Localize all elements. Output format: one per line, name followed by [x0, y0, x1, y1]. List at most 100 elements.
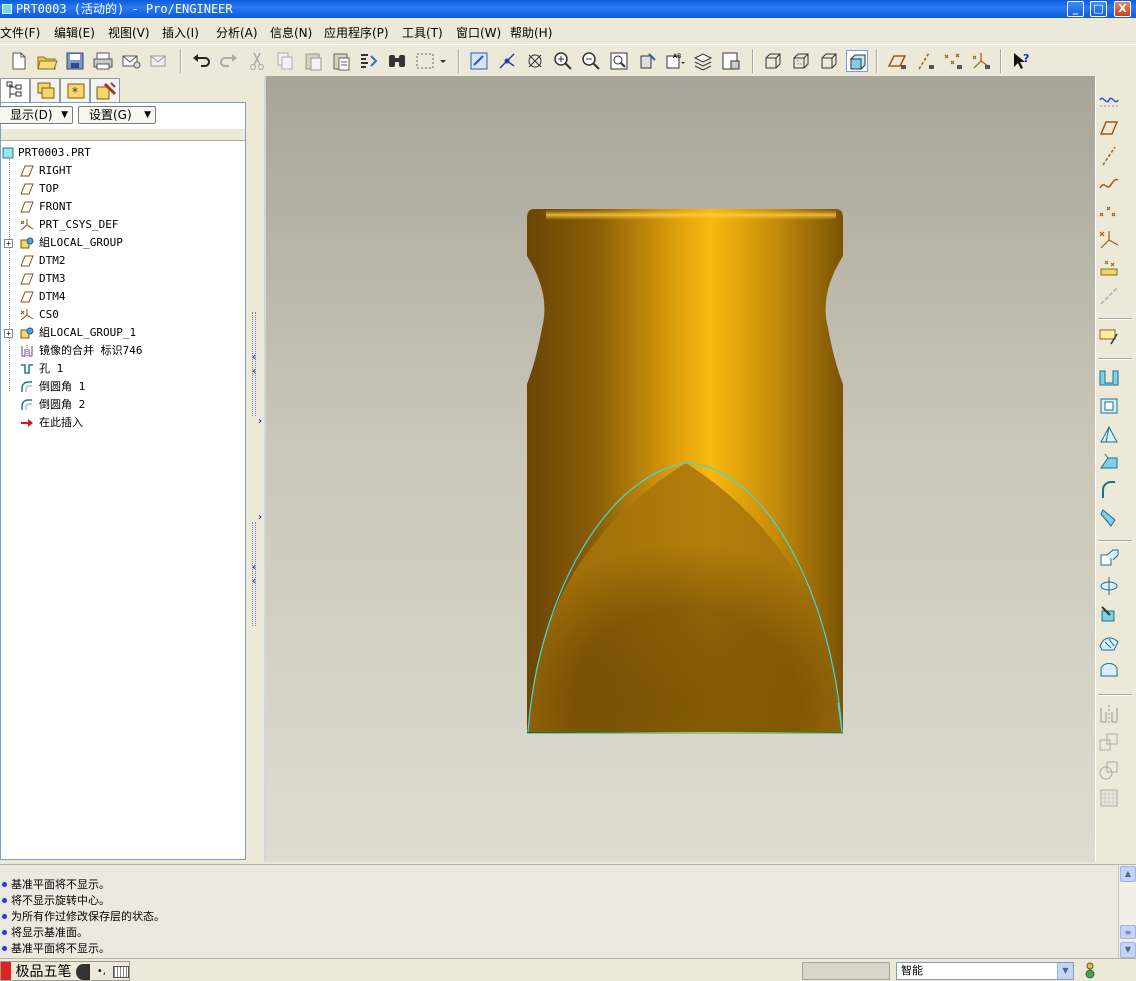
datum-plane-display-icon[interactable] — [1097, 88, 1121, 112]
datum-curve-tool-icon[interactable] — [1097, 172, 1121, 196]
revolve-icon[interactable] — [1097, 394, 1121, 418]
refit-icon[interactable] — [608, 50, 630, 72]
menu-info[interactable]: 信息(N) — [270, 24, 312, 41]
send-mail-icon[interactable] — [120, 50, 142, 72]
merge-icon[interactable] — [1097, 730, 1121, 754]
traffic-light-icon[interactable] — [1084, 962, 1096, 980]
favorites-tab[interactable]: * — [60, 78, 90, 103]
hidden-line-icon[interactable] — [790, 50, 812, 72]
view-manager-icon[interactable] — [720, 50, 742, 72]
minimize-button[interactable]: _ — [1067, 1, 1084, 17]
find-icon[interactable] — [386, 50, 408, 72]
scroll-up-button[interactable]: ▲ — [1120, 866, 1136, 882]
ime-toolbar[interactable]: 极品五笔 •, — [0, 961, 130, 981]
collapse-left-icon[interactable]: ‹ — [252, 352, 256, 363]
scroll-down-button[interactable]: ▼ — [1120, 942, 1136, 958]
layers-icon[interactable] — [692, 50, 714, 72]
expand-right-icon[interactable]: › — [258, 512, 262, 523]
app-icon[interactable] — [2, 4, 12, 14]
menu-window[interactable]: 窗口(W) — [456, 24, 501, 41]
pattern-icon[interactable] — [1097, 786, 1121, 810]
expand-toggle-icon[interactable]: + — [4, 329, 13, 338]
redo-icon[interactable] — [218, 50, 240, 72]
shell-icon[interactable] — [1097, 658, 1121, 682]
zoom-in-icon[interactable] — [552, 50, 574, 72]
model-tree-tab[interactable] — [0, 78, 30, 103]
csys-icon[interactable] — [970, 50, 992, 72]
splitter-grip[interactable] — [252, 312, 256, 416]
style-icon[interactable] — [1097, 602, 1121, 626]
no-hidden-icon[interactable] — [818, 50, 840, 72]
undo-icon[interactable] — [190, 50, 212, 72]
selection-filter[interactable]: 智能 ▼ — [896, 962, 1074, 980]
whats-this-icon[interactable]: ? — [1010, 50, 1032, 72]
menu-edit[interactable]: 编辑(E) — [54, 24, 95, 41]
settings-dropdown-button[interactable]: 设置(G) ▼ — [78, 106, 156, 124]
variable-section-sweep-icon[interactable] — [1097, 546, 1121, 570]
rib-icon[interactable] — [1097, 450, 1121, 474]
orient-icon[interactable] — [524, 50, 546, 72]
menu-analysis[interactable]: 分析(A) — [216, 24, 258, 41]
print-icon[interactable] — [92, 50, 114, 72]
menu-help[interactable]: 帮助(H) — [510, 24, 552, 41]
tools-tab[interactable] — [90, 78, 120, 103]
email-icon[interactable] — [148, 50, 170, 72]
menu-applications[interactable]: 应用程序(P) — [324, 24, 389, 41]
datum-point-tool-icon[interactable] — [1097, 200, 1121, 224]
datum-axes-icon[interactable] — [914, 50, 936, 72]
datum-plane-tool-icon[interactable] — [1097, 116, 1121, 140]
mirror-icon[interactable] — [1097, 702, 1121, 726]
chamfer-icon[interactable] — [1097, 506, 1121, 530]
chevron-down-icon[interactable]: ▼ — [1057, 963, 1073, 979]
collapse-left-icon[interactable]: ‹ — [252, 562, 256, 573]
draft-icon[interactable] — [1097, 422, 1121, 446]
regenerate-icon[interactable] — [358, 50, 380, 72]
shading-icon[interactable] — [846, 50, 868, 72]
trim-icon[interactable] — [1097, 758, 1121, 782]
collapse-left-icon[interactable]: ‹ — [252, 366, 256, 377]
layers-tab[interactable] — [30, 78, 60, 103]
panel-splitter[interactable]: ‹ ‹ › › ‹ ‹ — [248, 76, 264, 862]
analysis-feature-icon[interactable] — [1097, 256, 1121, 280]
graphics-viewport[interactable] — [264, 76, 1095, 862]
menu-file[interactable]: 文件(F) — [0, 24, 40, 41]
csys-tool-icon[interactable] — [1097, 228, 1121, 252]
wireframe-icon[interactable] — [762, 50, 784, 72]
paste-special-icon[interactable] — [330, 50, 352, 72]
reorient-icon[interactable] — [636, 50, 658, 72]
maximize-button[interactable]: □ — [1090, 1, 1107, 17]
splitter-grip[interactable] — [252, 522, 256, 626]
close-button[interactable]: X — [1114, 1, 1131, 17]
sketch-tool-icon[interactable] — [1097, 324, 1121, 348]
offset-datum-icon[interactable] — [1097, 284, 1121, 308]
ime-punctuation-icon[interactable]: •, — [94, 962, 108, 981]
cut-icon[interactable] — [246, 50, 268, 72]
ime-halfwidth-icon[interactable] — [75, 964, 90, 980]
select-box-icon[interactable] — [414, 50, 448, 72]
copy-icon[interactable] — [274, 50, 296, 72]
zoom-out-icon[interactable] — [580, 50, 602, 72]
collapse-left-icon[interactable]: ‹ — [252, 576, 256, 587]
datum-planes-icon[interactable] — [886, 50, 908, 72]
repaint-icon[interactable] — [468, 50, 490, 72]
scroll-thumb[interactable]: ≡ — [1120, 925, 1136, 939]
spin-center-icon[interactable] — [496, 50, 518, 72]
extrude-icon[interactable] — [1097, 366, 1121, 390]
expand-toggle-icon[interactable]: + — [4, 239, 13, 248]
menu-insert[interactable]: 插入(I) — [162, 24, 199, 41]
show-dropdown-button[interactable]: 显示(D) ▼ — [0, 106, 73, 124]
save-icon[interactable] — [64, 50, 86, 72]
ime-keyboard-icon[interactable] — [112, 966, 129, 978]
saved-views-icon[interactable]: AB — [664, 50, 686, 72]
model-3d-view[interactable] — [266, 76, 1095, 862]
expand-right-icon[interactable]: › — [258, 416, 262, 427]
datum-points-icon[interactable] — [942, 50, 964, 72]
surface-freeform-icon[interactable] — [1097, 630, 1121, 654]
paste-icon[interactable] — [302, 50, 324, 72]
open-folder-icon[interactable] — [36, 50, 58, 72]
menu-tools[interactable]: 工具(T) — [402, 24, 443, 41]
round-icon[interactable] — [1097, 478, 1121, 502]
message-scrollbar[interactable]: ▲ ≡ ▼ — [1118, 865, 1136, 959]
menu-view[interactable]: 视图(V) — [108, 24, 150, 41]
window-title-bar[interactable]: PRT0003 (活动的) - Pro/ENGINEER _ □ X — [0, 0, 1136, 18]
